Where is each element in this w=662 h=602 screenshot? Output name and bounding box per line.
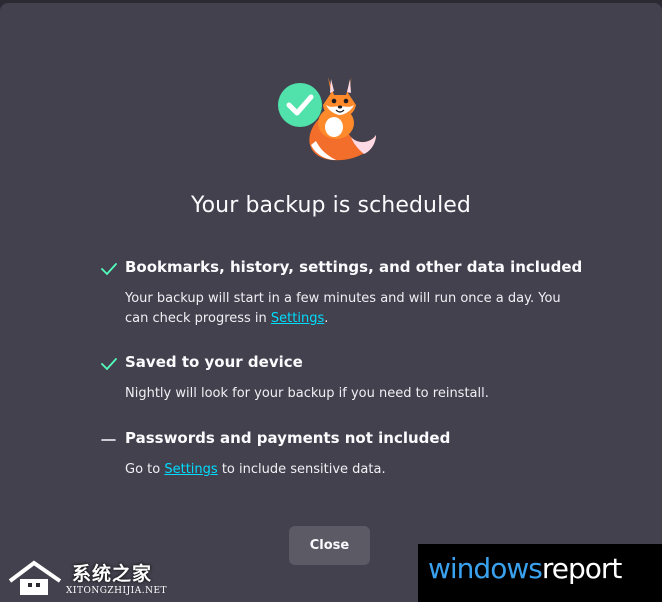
settings-link[interactable]: Settings <box>164 462 217 477</box>
close-button[interactable]: Close <box>289 526 370 565</box>
item-heading: Passwords and payments not included <box>125 429 451 447</box>
fox-check-illustration <box>278 77 376 161</box>
check-icon <box>101 263 117 276</box>
dash-icon <box>101 439 116 441</box>
watermark-en: XITONGZHIJIA.NET <box>66 586 168 596</box>
check-icon <box>101 358 117 371</box>
dialog-title: Your backup is scheduled <box>191 193 471 218</box>
house-logo-icon <box>8 560 62 595</box>
item-heading: Saved to your device <box>125 353 303 371</box>
item-heading: Bookmarks, history, settings, and other … <box>125 258 583 276</box>
windowsreport-logo: windowsreport <box>428 552 622 585</box>
settings-link[interactable]: Settings <box>271 311 324 326</box>
item-description: Your backup will start in a few minutes … <box>125 291 561 326</box>
item-description: Nightly will look for your backup if you… <box>125 386 489 401</box>
item-description: Go to Settings to include sensitive data… <box>125 462 386 477</box>
backup-scheduled-dialog: Your backup is scheduled Bookmarks, hist… <box>0 3 662 602</box>
xitongzhijia-watermark: 系统之家 XITONGZHIJIA.NET <box>0 555 180 602</box>
watermark-zh: 系统之家 <box>72 563 153 585</box>
windowsreport-watermark: windowsreport <box>418 544 662 602</box>
